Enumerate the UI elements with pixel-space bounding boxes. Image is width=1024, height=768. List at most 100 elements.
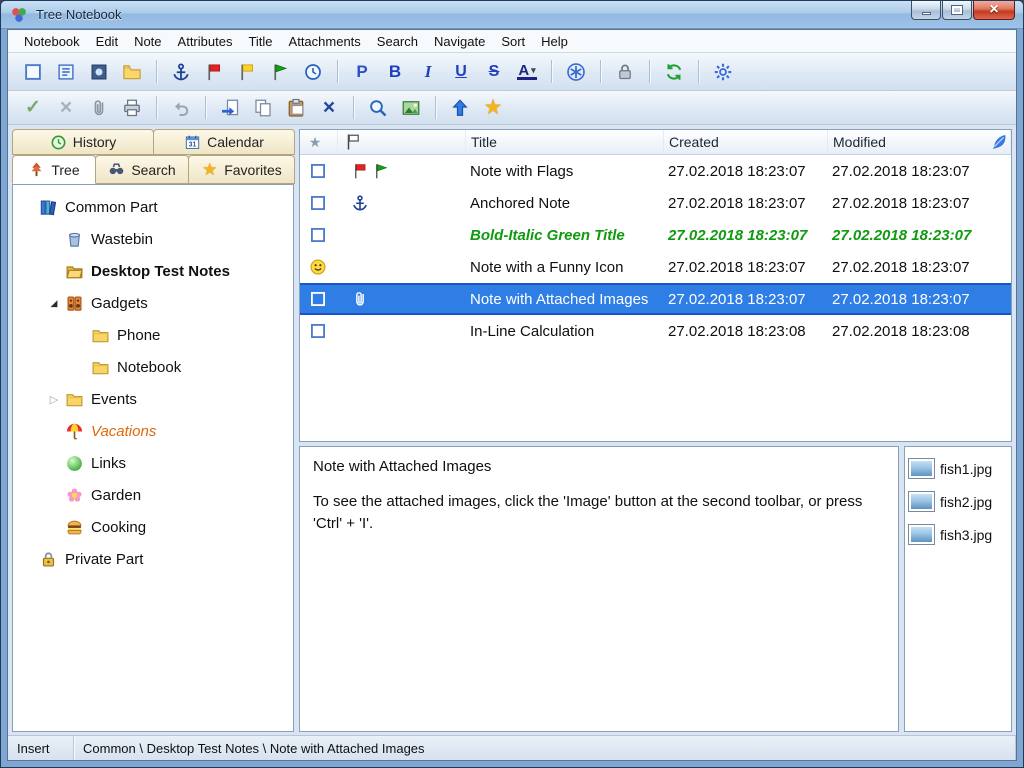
folder-icon	[91, 326, 110, 345]
header-title[interactable]: Title	[466, 130, 664, 154]
tree-item-gadgets[interactable]: ◢Gadgets	[13, 287, 293, 319]
note-row-4[interactable]: Note with a Funny Icon27.02.2018 18:23:0…	[300, 251, 1011, 283]
bold-button[interactable]: B	[380, 58, 410, 85]
tree-item-common-part[interactable]: Common Part	[13, 191, 293, 223]
tree-item-notebook[interactable]: Notebook	[13, 351, 293, 383]
tree-item-vacations[interactable]: Vacations	[13, 415, 293, 447]
tree-item-label: Cooking	[91, 519, 146, 536]
tab-tree[interactable]: Tree	[12, 155, 96, 184]
print-button[interactable]	[117, 94, 147, 121]
favorite-star-button[interactable]: ★	[478, 94, 508, 121]
tree-item-private-part[interactable]: Private Part	[13, 543, 293, 575]
menu-help[interactable]: Help	[533, 31, 576, 52]
delete-x-button[interactable]: ×	[314, 94, 344, 121]
new-folder-button[interactable]	[117, 58, 147, 85]
maximize-button[interactable]	[942, 1, 972, 20]
flag-green-icon	[270, 62, 290, 82]
font-color-button[interactable]: A	[512, 58, 542, 85]
note-lead-cell	[300, 315, 338, 347]
refresh-button[interactable]	[659, 58, 689, 85]
export-note-button[interactable]	[215, 94, 245, 121]
note-lead-cell	[300, 155, 338, 187]
strikethrough-button[interactable]: S	[479, 58, 509, 85]
tab-calendar[interactable]: 31 Calendar	[153, 129, 295, 155]
tree-item-links[interactable]: Links	[13, 447, 293, 479]
settings-gear-button[interactable]	[708, 58, 738, 85]
app-icon	[9, 5, 29, 25]
paragraph-button[interactable]: P	[347, 58, 377, 85]
cancel-x-button[interactable]: ×	[51, 94, 81, 121]
note-title: In-Line Calculation	[466, 315, 664, 347]
tree-expanded-arrow-icon[interactable]: ◢	[45, 298, 63, 309]
attachment-name: fish2.jpg	[940, 494, 992, 510]
move-up-button[interactable]	[445, 94, 475, 121]
menu-sort[interactable]: Sort	[493, 31, 533, 52]
menu-attributes[interactable]: Attributes	[170, 31, 241, 52]
print-icon	[122, 98, 142, 118]
note-flags-cell	[338, 251, 466, 283]
note-image-button[interactable]	[84, 58, 114, 85]
clock-icon	[303, 62, 323, 82]
note-editor[interactable]: Note with Attached Images To see the att…	[299, 446, 899, 732]
lock-button[interactable]	[610, 58, 640, 85]
menu-notebook[interactable]: Notebook	[16, 31, 88, 52]
note-list-panel: ★ Title Created Modified Note with Flags…	[299, 129, 1012, 442]
options-flower-button[interactable]	[561, 58, 591, 85]
menu-attachments[interactable]: Attachments	[281, 31, 369, 52]
note-row-6[interactable]: In-Line Calculation27.02.2018 18:23:0827…	[300, 315, 1011, 347]
menu-navigate[interactable]: Navigate	[426, 31, 493, 52]
tab-calendar-label: Calendar	[207, 134, 264, 150]
paste-button[interactable]	[281, 94, 311, 121]
note-new-button[interactable]	[18, 58, 48, 85]
note-lead-cell	[300, 285, 338, 313]
italic-button[interactable]: I	[413, 58, 443, 85]
header-flag-column[interactable]	[338, 130, 466, 154]
flag-green-button[interactable]	[265, 58, 295, 85]
tree-item-wastebin[interactable]: Wastebin	[13, 223, 293, 255]
note-modified: 27.02.2018 18:23:07	[828, 251, 1011, 283]
header-created[interactable]: Created	[664, 130, 828, 154]
flag-red-icon	[351, 162, 369, 180]
toolbar-separator	[337, 60, 338, 83]
close-button[interactable]	[973, 1, 1015, 20]
header-modified[interactable]: Modified	[828, 130, 1011, 154]
copy-button[interactable]	[248, 94, 278, 121]
confirm-check-button[interactable]: ✓	[18, 94, 48, 121]
flag-red-button[interactable]	[199, 58, 229, 85]
attachment-item-3[interactable]: fish3.jpg	[908, 518, 1008, 551]
tab-history[interactable]: History	[12, 129, 154, 155]
underline-button[interactable]: U	[446, 58, 476, 85]
tree-item-garden[interactable]: Garden	[13, 479, 293, 511]
note-row-1[interactable]: Note with Flags27.02.2018 18:23:0727.02.…	[300, 155, 1011, 187]
left-panel: History 31 Calendar Tree Search	[12, 129, 294, 732]
tree-item-events[interactable]: ▷Events	[13, 383, 293, 415]
view-image-button[interactable]	[396, 94, 426, 121]
anchor-button[interactable]	[166, 58, 196, 85]
tab-search[interactable]: Search	[95, 155, 189, 184]
attach-paperclip-button[interactable]	[84, 94, 114, 121]
undo-button[interactable]	[166, 94, 196, 121]
zoom-magnifier-button[interactable]	[363, 94, 393, 121]
menu-title[interactable]: Title	[240, 31, 280, 52]
flag-yellow-button[interactable]	[232, 58, 262, 85]
menu-note[interactable]: Note	[126, 31, 169, 52]
image-thumbnail-icon	[908, 491, 935, 512]
note-list-button[interactable]	[51, 58, 81, 85]
minimize-button[interactable]	[911, 1, 941, 20]
tab-favorites[interactable]: ★ Favorites	[188, 155, 295, 184]
attachment-item-1[interactable]: fish1.jpg	[908, 452, 1008, 485]
menu-edit[interactable]: Edit	[88, 31, 126, 52]
header-icon-column[interactable]: ★	[300, 130, 338, 154]
note-flags-cell	[338, 187, 466, 219]
attachment-item-2[interactable]: fish2.jpg	[908, 485, 1008, 518]
tree-item-cooking[interactable]: Cooking	[13, 511, 293, 543]
clock-button[interactable]	[298, 58, 328, 85]
tree-item-phone[interactable]: Phone	[13, 319, 293, 351]
note-row-2[interactable]: Anchored Note27.02.2018 18:23:0727.02.20…	[300, 187, 1011, 219]
tree-collapsed-arrow-icon[interactable]: ▷	[45, 393, 63, 406]
note-row-3[interactable]: Bold-Italic Green Title27.02.2018 18:23:…	[300, 219, 1011, 251]
title-bar[interactable]: Tree Notebook	[1, 1, 1023, 29]
menu-search[interactable]: Search	[369, 31, 426, 52]
note-row-5[interactable]: Note with Attached Images27.02.2018 18:2…	[300, 283, 1011, 315]
tree-item-desktop-test-notes[interactable]: Desktop Test Notes	[13, 255, 293, 287]
